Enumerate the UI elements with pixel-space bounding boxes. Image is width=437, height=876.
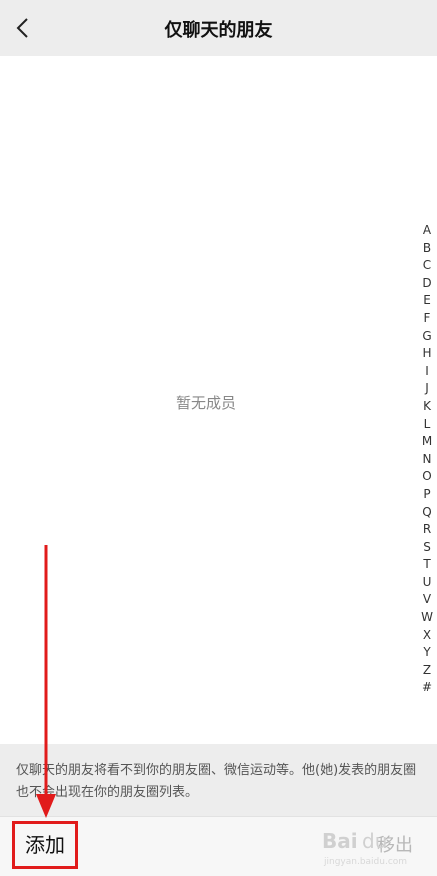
index-letter[interactable]: U <box>419 574 435 592</box>
index-letter[interactable]: D <box>419 275 435 293</box>
remove-button[interactable]: 移出 <box>377 831 413 857</box>
index-letter[interactable]: N <box>419 451 435 469</box>
info-note: 仅聊天的朋友将看不到你的朋友圈、微信运动等。他(她)发表的朋友圈也不会出现在你的… <box>0 744 437 816</box>
index-letter[interactable]: C <box>419 257 435 275</box>
index-letter[interactable]: O <box>419 468 435 486</box>
index-letter[interactable]: P <box>419 486 435 504</box>
index-letter[interactable]: F <box>419 310 435 328</box>
index-letter[interactable]: K <box>419 398 435 416</box>
index-letter[interactable]: Y <box>419 644 435 662</box>
index-letter[interactable]: # <box>419 679 435 697</box>
index-letter[interactable]: W <box>419 609 435 627</box>
page-title: 仅聊天的朋友 <box>164 20 273 41</box>
member-list-area: 暂无成员 <box>0 56 437 744</box>
alphabet-index-bar[interactable]: A B C D E F G H I J K L M N O P Q R S T U V W X Y Z # <box>419 222 435 697</box>
index-letter[interactable]: Q <box>419 504 435 522</box>
index-letter[interactable]: B <box>419 240 435 258</box>
nav-bar: 仅聊天的朋友 <box>0 0 437 56</box>
bottom-action-bar: 添加 移出 <box>0 816 437 876</box>
index-letter[interactable]: E <box>419 292 435 310</box>
index-letter[interactable]: J <box>419 380 435 398</box>
index-letter[interactable]: A <box>419 222 435 240</box>
info-note-text: 仅聊天的朋友将看不到你的朋友圈、微信运动等。他(她)发表的朋友圈也不会出现在你的… <box>16 763 417 800</box>
add-button[interactable]: 添加 <box>12 821 78 869</box>
index-letter[interactable]: S <box>419 539 435 557</box>
index-letter[interactable]: M <box>419 433 435 451</box>
empty-state-text: 暂无成员 <box>175 394 236 412</box>
index-letter[interactable]: X <box>419 627 435 645</box>
index-letter[interactable]: L <box>419 416 435 434</box>
index-letter[interactable]: G <box>419 328 435 346</box>
index-letter[interactable]: R <box>419 521 435 539</box>
index-letter[interactable]: Z <box>419 662 435 680</box>
index-letter[interactable]: V <box>419 591 435 609</box>
index-letter[interactable]: T <box>419 556 435 574</box>
index-letter[interactable]: I <box>419 363 435 381</box>
index-letter[interactable]: H <box>419 345 435 363</box>
